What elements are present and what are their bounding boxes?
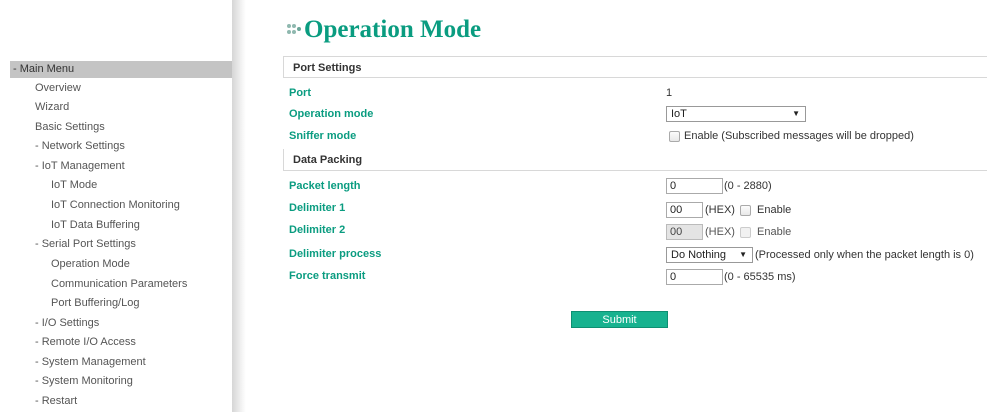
sidebar-item-iot-data-buffering[interactable]: IoT Data Buffering <box>51 216 140 235</box>
force-transmit-label: Force transmit <box>289 270 366 282</box>
sniffer-mode-checkbox[interactable] <box>669 131 680 142</box>
delimiter-process-selected-value: Do Nothing <box>671 249 727 261</box>
chevron-down-icon: ▼ <box>792 109 800 118</box>
sidebar-item-system-management[interactable]: - System Management <box>35 353 146 372</box>
sidebar-item-system-monitoring[interactable]: - System Monitoring <box>35 372 133 391</box>
data-packing-header: Data Packing <box>283 149 987 171</box>
sidebar-item-restart[interactable]: - Restart <box>35 392 77 411</box>
sidebar-item-operation-mode[interactable]: Operation Mode <box>51 255 130 274</box>
sidebar-item-overview[interactable]: Overview <box>35 79 81 98</box>
sidebar-item-network-settings[interactable]: - Network Settings <box>35 137 125 156</box>
dots-icon <box>287 22 302 38</box>
force-transmit-input[interactable] <box>666 269 723 285</box>
delimiter2-enable-checkbox <box>740 227 751 238</box>
sidebar-divider-shadow <box>232 0 246 412</box>
delimiter1-enable-checkbox[interactable] <box>740 205 751 216</box>
sidebar-item-serial-port-settings[interactable]: - Serial Port Settings <box>35 235 136 254</box>
delimiter1-enable-label: Enable <box>757 204 792 216</box>
sidebar-item-iot-connection-monitoring[interactable]: IoT Connection Monitoring <box>51 196 180 215</box>
operation-mode-label: Operation mode <box>289 108 374 120</box>
page-title: Operation Mode <box>287 15 481 45</box>
sidebar-item-iot-mode[interactable]: IoT Mode <box>51 176 97 195</box>
packet-length-input[interactable] <box>666 178 723 194</box>
port-settings-header: Port Settings <box>283 56 987 78</box>
delimiter1-unit: (HEX) <box>705 204 735 216</box>
delimiter-process-hint: (Processed only when the packet length i… <box>755 249 974 261</box>
operation-mode-select[interactable]: IoT ▼ <box>666 106 806 122</box>
sidebar-item-remote-io-access[interactable]: - Remote I/O Access <box>35 333 136 352</box>
sidebar-item-iot-management[interactable]: - IoT Management <box>35 157 125 176</box>
delimiter2-enable-label: Enable <box>757 226 792 238</box>
sidebar: - Main Menu Overview Wizard Basic Settin… <box>0 0 238 412</box>
sniffer-mode-label: Sniffer mode <box>289 130 357 142</box>
delimiter-process-label: Delimiter process <box>289 248 382 260</box>
main-menu-header[interactable]: - Main Menu <box>10 61 238 78</box>
delimiter1-label: Delimiter 1 <box>289 202 346 214</box>
delimiter2-label: Delimiter 2 <box>289 224 346 236</box>
sidebar-item-communication-parameters[interactable]: Communication Parameters <box>51 275 187 294</box>
sidebar-item-wizard[interactable]: Wizard <box>35 98 69 117</box>
sidebar-item-basic-settings[interactable]: Basic Settings <box>35 118 105 137</box>
delimiter2-unit: (HEX) <box>705 226 735 238</box>
packet-length-label: Packet length <box>289 180 361 192</box>
sidebar-item-io-settings[interactable]: - I/O Settings <box>35 314 99 333</box>
sidebar-item-port-buffering-log[interactable]: Port Buffering/Log <box>51 294 139 313</box>
port-value: 1 <box>666 87 673 99</box>
submit-button[interactable]: Submit <box>571 311 668 328</box>
force-transmit-hint: (0 - 65535 ms) <box>724 271 796 283</box>
delimiter-process-select[interactable]: Do Nothing ▼ <box>666 247 753 263</box>
sniffer-mode-hint: Enable (Subscribed messages will be drop… <box>684 130 914 142</box>
page-title-text: Operation Mode <box>304 16 482 43</box>
port-label: Port <box>289 87 311 99</box>
chevron-down-icon: ▼ <box>739 250 747 259</box>
operation-mode-selected-value: IoT <box>671 108 687 120</box>
packet-length-hint: (0 - 2880) <box>724 180 772 192</box>
delimiter2-input <box>666 224 703 240</box>
delimiter1-input[interactable] <box>666 202 703 218</box>
